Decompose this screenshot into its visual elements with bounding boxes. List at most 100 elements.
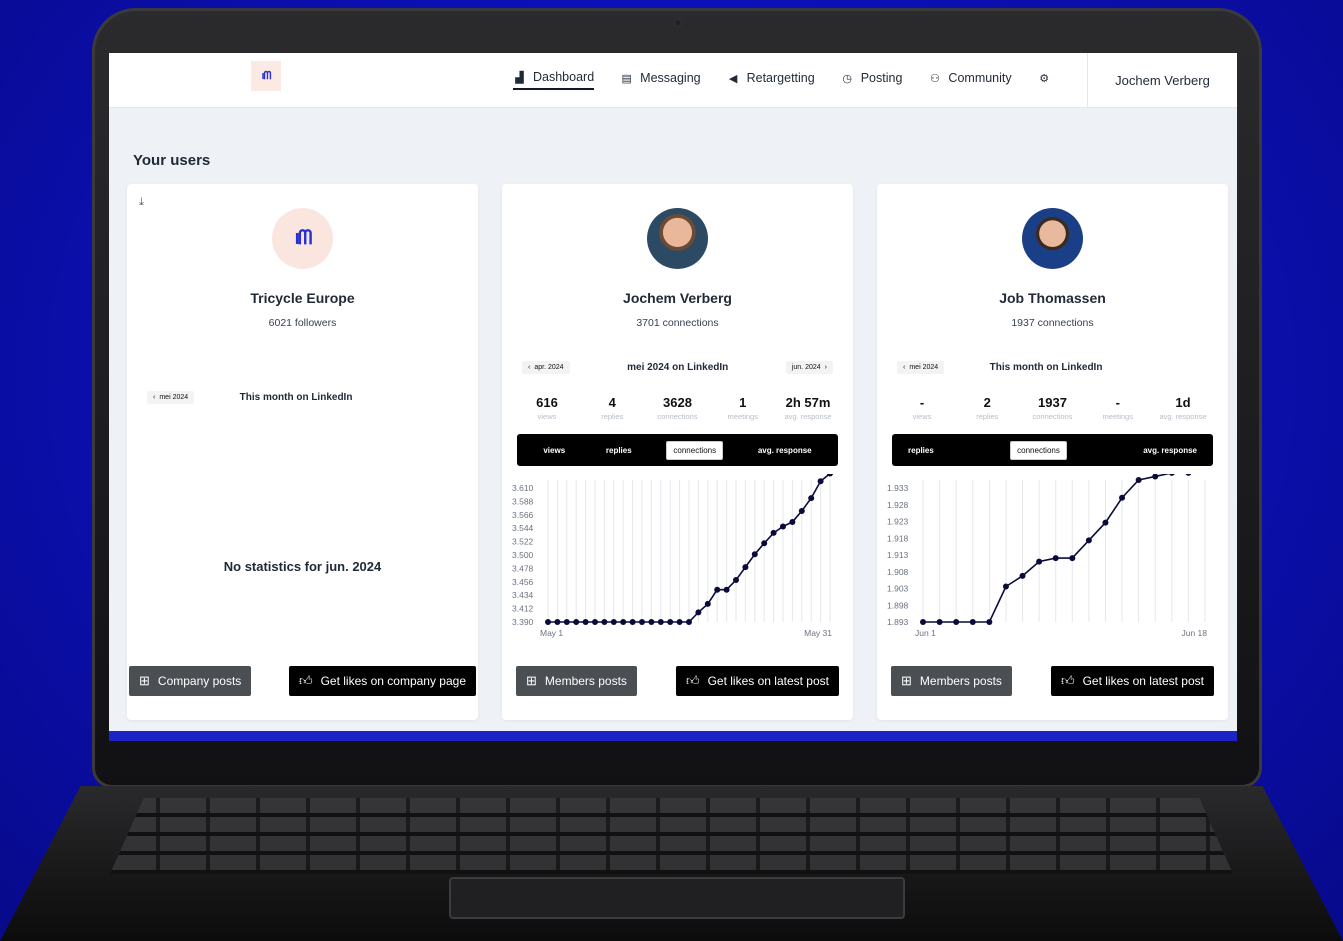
tab-replies[interactable]: replies (902, 442, 940, 459)
y-tick-label: 1.933 (887, 483, 909, 493)
next-month-label: jun. 2024 (791, 363, 821, 371)
card-name: Jochem Verberg (623, 290, 732, 306)
stat-label: replies (976, 412, 999, 421)
user-menu[interactable]: Jochem Verberg (1087, 53, 1237, 108)
data-point (953, 619, 960, 625)
nav-messaging[interactable]: ▤ Messaging (620, 70, 700, 90)
brand-logo[interactable]: ıᗰ (251, 61, 281, 91)
prev-month-button[interactable]: ‹ mei 2024 (147, 390, 195, 404)
get-likes-button[interactable]: 👍︎ Get likes on company page (288, 666, 476, 696)
nav-settings[interactable]: ⚙ (1038, 70, 1051, 90)
tab-connections[interactable]: connections (666, 440, 724, 460)
x-tick-label: Jun 18 (1181, 628, 1207, 638)
card-actions: ⊞ Company posts 👍︎ Get likes on company … (129, 666, 476, 696)
y-tick-label: 3.610 (512, 483, 534, 493)
connections-chart: 3.610 3.588 3.566 3.544 3.522 3.500 3.478 3.456… (512, 474, 833, 638)
stat-replies: 4 replies (581, 395, 643, 421)
post-add-icon: ⊞ (901, 673, 912, 688)
no-stats-message: No statistics for jun. 2024 (223, 559, 382, 574)
download-icon[interactable]: ⤓ (139, 196, 144, 209)
members-posts-button[interactable]: ⊞ Members posts (516, 666, 637, 696)
data-point (592, 619, 598, 625)
tab-avg-response[interactable]: avg. response (1137, 442, 1203, 459)
keyboard-rows (110, 798, 1233, 874)
month-label: This month on LinkedIn (239, 391, 353, 403)
nav-dashboard[interactable]: ▟ Dashboard (513, 70, 595, 90)
y-tick-label: 3.544 (512, 523, 534, 533)
data-point (986, 619, 993, 625)
data-point (1085, 537, 1092, 544)
stat-label: views (912, 412, 932, 421)
nav-label: Community (948, 71, 1012, 85)
data-point (780, 523, 786, 530)
clock-icon: ◷ (842, 72, 853, 85)
nav-label: Posting (860, 71, 903, 85)
month-label: This month on LinkedIn (989, 361, 1103, 373)
tab-replies[interactable]: replies (600, 442, 638, 459)
user-card-jochem: Jochem Verberg 3701 connections ‹ apr. 2… (502, 184, 853, 720)
data-point (1002, 583, 1009, 590)
button-label: Members posts (544, 674, 627, 688)
chevron-left-icon: ‹ (903, 363, 906, 371)
nav-posting[interactable]: ◷ Posting (841, 70, 903, 90)
data-point (573, 619, 580, 625)
screen-edge (109, 731, 1237, 741)
avatar: ıᗰ (272, 208, 333, 269)
data-point (733, 577, 739, 584)
card-actions: ⊞ Members posts 👍︎ Get likes on latest p… (504, 666, 851, 696)
data-point (1102, 519, 1109, 526)
get-likes-button[interactable]: 👍︎ Get likes on latest post (1051, 666, 1214, 696)
thumbs-up-icon: 👍︎ (298, 673, 313, 688)
data-point (761, 540, 768, 547)
data-point (601, 619, 608, 625)
gear-icon: ⚙ (1039, 72, 1050, 85)
month-label: mei 2024 on LinkedIn (627, 361, 729, 373)
avatar (647, 208, 708, 269)
y-tick-label: 1.893 (887, 617, 909, 627)
prev-month-button[interactable]: ‹ mei 2024 (897, 360, 945, 374)
prev-month-label: apr. 2024 (534, 363, 564, 371)
company-posts-button[interactable]: ⊞ Company posts (129, 666, 252, 696)
data-point (667, 619, 674, 625)
chevron-right-icon: › (824, 363, 827, 371)
thumbs-up-icon: 👍︎ (686, 673, 700, 688)
data-point (714, 586, 721, 593)
nav-community[interactable]: ⚇ Community (928, 70, 1012, 90)
tab-avg-response[interactable]: avg. response (752, 442, 818, 459)
stat-avg-response: 1d avg. response (1152, 395, 1214, 421)
data-point (582, 619, 589, 625)
data-point (798, 507, 805, 514)
button-label: Get likes on latest post (707, 674, 829, 688)
stat-label: avg. response (1159, 412, 1207, 421)
stat-meetings: - meetings (1087, 395, 1149, 421)
data-point (1119, 494, 1126, 501)
data-point (657, 619, 664, 625)
nav-retargetting[interactable]: ◀ Retargetting (727, 70, 815, 90)
tab-connections[interactable]: connections (1010, 440, 1067, 460)
data-point (789, 518, 796, 525)
tab-views[interactable]: views (537, 442, 571, 459)
members-posts-button[interactable]: ⊞ Members posts (891, 666, 1012, 696)
stat-label: avg. response (784, 412, 832, 421)
get-likes-button[interactable]: 👍︎ Get likes on latest post (676, 666, 839, 696)
page-title: Your users (133, 152, 211, 169)
y-tick-label: 3.588 (512, 496, 534, 506)
prev-month-button[interactable]: ‹ apr. 2024 (522, 360, 570, 374)
stat-value: 616 (536, 395, 558, 410)
next-month-button[interactable]: jun. 2024 › (785, 360, 833, 374)
card-connections: 1937 connections (1011, 317, 1094, 329)
stat-value: 2h 57m (785, 395, 831, 410)
stat-label: connections (657, 412, 698, 421)
stat-label: replies (601, 412, 624, 421)
user-card-company: ⤓ ıᗰ Tricycle Europe 6021 followers ‹ me… (127, 184, 478, 720)
nav-label: Messaging (640, 71, 701, 85)
stat-value: 3628 (663, 395, 692, 410)
stat-value: 1937 (1038, 395, 1067, 410)
metric-tabs: replies connections avg. response (892, 434, 1213, 466)
prev-month-label: mei 2024 (159, 393, 189, 401)
button-label: Get likes on company page (320, 674, 466, 688)
y-tick-label: 3.566 (512, 510, 534, 520)
data-point (563, 619, 570, 625)
y-tick-label: 1.923 (887, 517, 909, 527)
button-label: Company posts (157, 674, 242, 688)
